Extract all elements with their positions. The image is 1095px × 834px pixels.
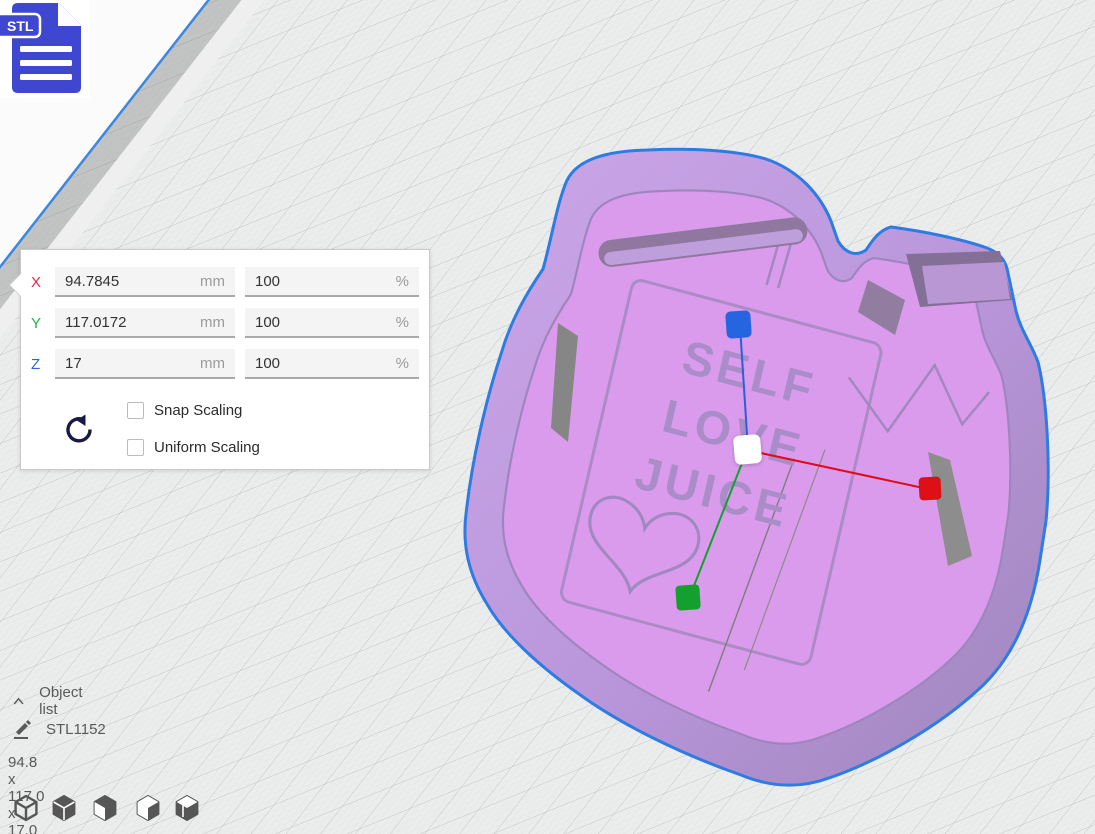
percent-unit-label: %: [396, 273, 409, 290]
folded-corner-icon: [58, 2, 82, 26]
doc-line: [20, 46, 72, 52]
axis-z-label: Z: [31, 356, 45, 373]
uniform-scaling-label: Uniform Scaling: [154, 439, 260, 456]
mm-unit-label: mm: [200, 355, 225, 372]
panel-pointer-arrow: [10, 274, 21, 296]
percent-unit-label: %: [396, 314, 409, 331]
scale-z-mm-input[interactable]: 17 mm: [55, 349, 235, 379]
reset-rotate-ccw-icon: [63, 413, 95, 445]
snap-scaling-label: Snap Scaling: [154, 402, 242, 419]
spout-slot: [906, 251, 1012, 307]
scale-z-percent-value: 100: [255, 355, 280, 372]
view-side-cube-icon[interactable]: [177, 796, 198, 820]
scale-x-percent-value: 100: [255, 273, 280, 290]
axis-y-label: Y: [31, 315, 45, 332]
slicer-viewport: SELF LOVE JUICE: [0, 0, 1095, 834]
scale-y-percent-value: 100: [255, 314, 280, 331]
doc-line: [20, 74, 72, 80]
snap-scaling-option[interactable]: Snap Scaling: [127, 401, 242, 419]
axis-x-label: X: [31, 274, 45, 291]
stl-badge-label: STL: [7, 18, 34, 34]
stl-file-icon: STL: [0, 0, 90, 98]
doc-line: [20, 60, 72, 66]
gizmo-x-handle[interactable]: [918, 476, 941, 500]
scale-x-percent-input[interactable]: 100 %: [245, 267, 419, 297]
mm-unit-label: mm: [200, 314, 225, 331]
reset-scale-button[interactable]: [63, 413, 95, 445]
scale-y-mm-input[interactable]: 117.0172 mm: [55, 308, 235, 338]
uniform-scaling-option[interactable]: Uniform Scaling: [127, 438, 260, 456]
scale-y-mm-value: 117.0172: [65, 314, 126, 331]
view-top-cube-icon[interactable]: [138, 796, 159, 820]
chevron-up-icon: [12, 694, 25, 708]
object-list-toggle[interactable]: Object list: [12, 684, 87, 718]
view-solid-cube-icon[interactable]: [54, 796, 75, 820]
object-list-item[interactable]: STL1152: [12, 718, 106, 740]
view-front-cube-icon[interactable]: [95, 796, 116, 820]
scale-y-percent-input[interactable]: 100 %: [245, 308, 419, 338]
gizmo-y-handle[interactable]: [675, 584, 701, 611]
scale-z-mm-value: 17: [65, 355, 82, 372]
pencil-edit-icon: [12, 718, 32, 740]
uniform-scaling-checkbox[interactable]: [127, 439, 144, 456]
percent-unit-label: %: [396, 355, 409, 372]
camera-view-buttons: [8, 789, 218, 831]
scale-x-mm-input[interactable]: 94.7845 mm: [55, 267, 235, 297]
snap-scaling-checkbox[interactable]: [127, 402, 144, 419]
object-name-label: STL1152: [46, 721, 106, 738]
scale-z-percent-input[interactable]: 100 %: [245, 349, 419, 379]
scale-x-mm-value: 94.7845: [65, 273, 119, 290]
gizmo-z-handle[interactable]: [725, 310, 752, 339]
object-list-label: Object list: [39, 684, 87, 718]
gizmo-center-handle[interactable]: [733, 434, 762, 465]
scale-tool-panel: X 94.7845 mm 100 % Y 117.0172 mm 100 % Z: [20, 249, 430, 470]
view-3d-cube-icon[interactable]: [16, 796, 37, 820]
mm-unit-label: mm: [200, 273, 225, 290]
